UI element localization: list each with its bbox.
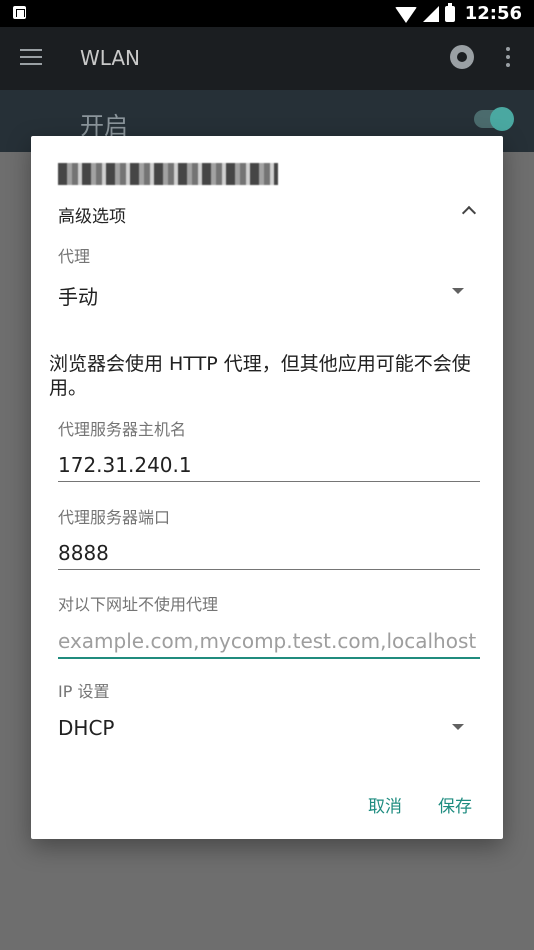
battery-icon: [444, 2, 455, 22]
save-button[interactable]: 保存: [438, 792, 472, 817]
host-label: 代理服务器主机名: [58, 420, 187, 439]
network-name-redacted: [58, 163, 278, 185]
menu-icon[interactable]: [20, 49, 42, 65]
notification-icon: [13, 6, 26, 19]
status-icons: 12:56: [394, 0, 522, 27]
host-input[interactable]: [58, 449, 480, 482]
dialog-actions: 取消 保存: [368, 792, 472, 817]
wifi-config-dialog: 高级选项 代理 手动 浏览器会使用 HTTP 代理，但其他应用可能不会使用。 代…: [31, 136, 503, 839]
proxy-note: 浏览器会使用 HTTP 代理，但其他应用可能不会使用。: [49, 353, 471, 399]
proxy-select[interactable]: 手动: [58, 281, 98, 310]
status-bar: 12:56: [0, 0, 534, 27]
signal-icon: [422, 5, 439, 22]
port-label: 代理服务器端口: [58, 508, 171, 527]
advanced-options-label[interactable]: 高级选项: [58, 202, 126, 227]
wlan-toggle[interactable]: [474, 107, 514, 131]
page-title: WLAN: [80, 46, 141, 70]
ip-settings-label: IP 设置: [58, 682, 110, 701]
app-bar: WLAN: [0, 27, 534, 90]
dropdown-arrow-icon[interactable]: [452, 724, 464, 730]
chevron-up-icon[interactable]: [461, 205, 477, 221]
dropdown-arrow-icon[interactable]: [452, 288, 464, 294]
wifi-icon: [394, 6, 417, 23]
status-time: 12:56: [464, 3, 522, 24]
proxy-label: 代理: [58, 247, 91, 266]
bypass-label: 对以下网址不使用代理: [58, 595, 219, 614]
port-input[interactable]: [58, 537, 480, 570]
ip-settings-select[interactable]: DHCP: [58, 716, 114, 740]
gear-icon[interactable]: [450, 45, 474, 69]
more-options-icon[interactable]: [506, 47, 512, 67]
cancel-button[interactable]: 取消: [368, 792, 402, 817]
bypass-input[interactable]: [58, 625, 480, 659]
toggle-knob: [490, 107, 514, 131]
